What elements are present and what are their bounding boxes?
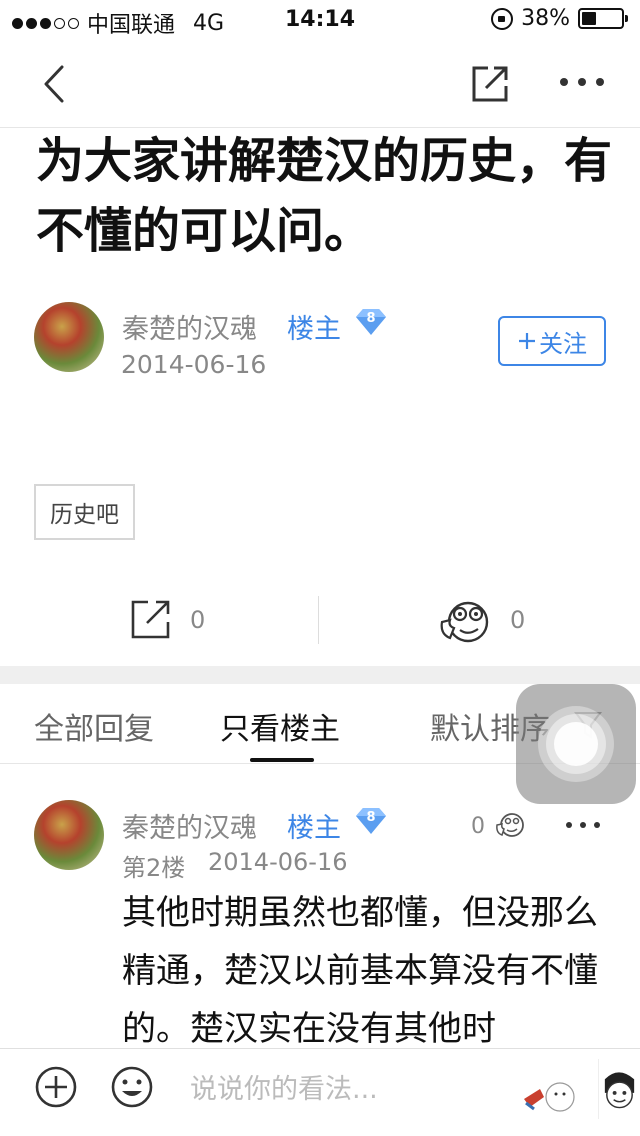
section-divider [0, 666, 640, 684]
reply-content: 其他时期虽然也都懂，但没那么精通，楚汉以前基本算没有不懂的。楚汉实在没有其他时 [122, 893, 598, 1049]
avatar[interactable] [34, 302, 104, 372]
level-badge: 8 [355, 308, 387, 336]
status-bar: 中国联通 4G 14:14 38% [0, 0, 640, 40]
active-tab-indicator [250, 758, 314, 762]
author-name[interactable]: 秦楚的汉魂 [122, 307, 257, 346]
reply-avatar[interactable] [34, 800, 104, 870]
owner-tag: 楼主 [287, 314, 341, 345]
nav-bar [0, 40, 640, 128]
orientation-lock-icon [491, 7, 514, 30]
post-date: 2014-06-16 [121, 350, 267, 379]
reply-level-badge: 8 [355, 807, 387, 835]
battery-percent: 38% [521, 6, 570, 31]
follow-button[interactable]: 关注 [498, 316, 606, 366]
assistive-touch-button[interactable] [516, 684, 636, 804]
reply-like-count: 0 [471, 814, 485, 839]
back-icon[interactable] [40, 64, 80, 104]
floor-number: 第2楼 [122, 854, 186, 882]
follow-label: 关注 [539, 329, 587, 358]
sticker-thumbnail[interactable] [520, 1059, 580, 1119]
thumbs-up-face-icon[interactable] [495, 810, 525, 840]
forum-tag[interactable]: 历史吧 [34, 484, 135, 540]
divider [318, 596, 319, 644]
share-count: 0 [190, 606, 206, 634]
emoji-icon[interactable] [110, 1065, 154, 1109]
reply-more-icon[interactable] [566, 822, 600, 830]
like-count: 0 [510, 606, 526, 634]
post-title: 为大家讲解楚汉的历史，有不懂的可以问。 [36, 133, 613, 259]
share-icon[interactable] [130, 598, 172, 640]
thumbs-up-face-icon[interactable] [438, 596, 492, 646]
reply-author-name[interactable]: 秦楚的汉魂 [122, 806, 257, 845]
tab-all-replies[interactable]: 全部回复 [34, 704, 154, 748]
comment-bar [0, 1048, 640, 1136]
reply-owner-tag: 楼主 [287, 813, 341, 844]
comment-input[interactable] [190, 1069, 490, 1109]
add-icon[interactable] [34, 1065, 78, 1109]
sticker-thumbnail[interactable] [598, 1059, 640, 1119]
status-right: 38% [491, 6, 628, 31]
more-icon[interactable] [560, 78, 604, 90]
level-number: 8 [366, 810, 376, 825]
level-number: 8 [366, 311, 376, 326]
battery-icon [578, 8, 628, 29]
tab-owner-only[interactable]: 只看楼主 [220, 704, 340, 748]
plus-icon [519, 333, 535, 349]
reply-date: 2014-06-16 [208, 848, 348, 876]
share-icon[interactable] [470, 64, 510, 104]
